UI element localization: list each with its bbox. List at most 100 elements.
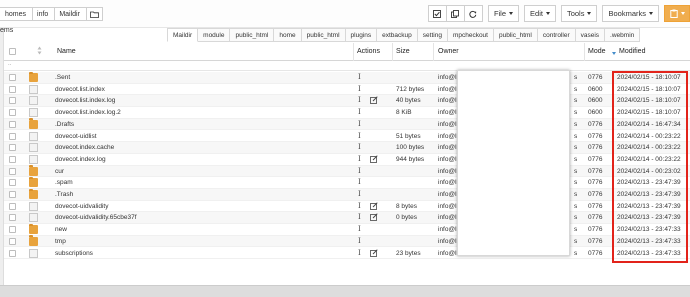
tab-controller[interactable]: controller [537,28,576,42]
table-row[interactable]: dovecot.list.index.log.2 I 8 KiB info@l s 060… [4,107,690,119]
edit-menu-button[interactable]: Edit [524,5,556,22]
column-header-mode[interactable]: Mode [588,48,606,55]
row-checkbox[interactable] [9,97,16,105]
table-row[interactable]: .Sent Iinfo@l s 0776 2024/02/15 - 18:10:07 [4,71,690,84]
row-checkbox[interactable] [9,74,16,81]
edit-icon[interactable] [370,96,379,105]
tab-webmin[interactable]: .webmin [605,28,641,42]
rename-icon[interactable]: I [358,249,361,257]
file-name[interactable]: dovecot-uidlist [55,133,97,140]
row-checkbox[interactable] [9,179,16,187]
row-checkbox[interactable] [9,120,16,128]
file-name[interactable]: .Drafts [55,121,74,128]
tab-public-html[interactable]: public_html [230,28,275,42]
file-name[interactable]: subscriptions [55,250,93,257]
refresh-icon[interactable] [463,5,483,22]
edit-icon[interactable] [370,248,379,258]
breadcrumb-maildir[interactable]: Maildir [55,7,87,21]
select-all-checkbox[interactable] [9,48,16,55]
table-row[interactable]: dovecot-uidvalidity.65cbe37f I 0 bytes info… [4,212,690,225]
tab-maildir[interactable]: Maildir [167,28,199,42]
file-name[interactable]: dovecot.index.cache [55,144,114,151]
file-name[interactable]: dovecot-uidvalidity [55,203,108,210]
file-name[interactable]: .Sent [55,74,70,81]
rename-icon[interactable]: I [358,143,361,151]
rename-icon[interactable]: I [358,120,361,128]
rename-icon[interactable]: I [358,225,361,233]
row-checkbox[interactable] [9,132,16,140]
row-checkbox[interactable] [9,155,16,163]
table-row[interactable]: tmp Iinfo@l s 0776 2024/02/13 - 23:47:33 [4,235,690,248]
rename-icon[interactable]: I [358,73,361,81]
edit-icon[interactable] [370,202,379,211]
table-row[interactable]: dovecot.list.index.log I 40 bytes info@l s 06… [4,95,690,108]
table-row[interactable]: .Trash Iinfo@l s 0776 2024/02/13 - 23:47:39 [4,188,690,201]
open-folder-icon[interactable] [86,7,103,21]
file-name[interactable]: cur [55,168,64,175]
edit-icon[interactable] [370,213,379,222]
tab-setting[interactable]: setting [417,28,448,42]
table-row[interactable]: subscriptions I 23 bytes info@l s 0776 2024/02… [4,248,690,260]
file-name[interactable]: dovecot.index.log [55,156,106,163]
rename-icon[interactable]: I [358,132,361,140]
file-name[interactable]: dovecot.list.index.log.2 [55,109,121,116]
column-header-modified[interactable]: Modified [619,48,645,55]
edit-icon[interactable] [370,155,379,164]
tab-plugins[interactable]: plugins [345,28,378,42]
rename-icon[interactable]: I [358,167,361,175]
table-row[interactable]: dovecot.index.log I 944 bytes info@l s 0776 20… [4,154,690,166]
table-row[interactable]: dovecot.index.cache I 100 bytes info@l s 0776… [4,142,690,154]
tab-public-html[interactable]: public_html [301,28,346,42]
breadcrumb-homes[interactable]: homes [0,7,34,21]
rename-icon[interactable]: I [358,237,361,245]
rename-icon[interactable]: I [358,108,361,116]
rename-icon[interactable]: I [358,202,361,210]
table-row[interactable]: .Drafts Iinfo@l s 0776 2024/02/14 - 16:47:34 [4,118,690,131]
row-checkbox[interactable] [9,202,16,210]
column-header-size[interactable]: Size [396,48,410,55]
column-header-name[interactable]: Name [57,48,76,55]
row-checkbox[interactable] [9,249,16,257]
table-row[interactable]: dovecot.list.index I 712 bytes info@l s 0600 2… [4,84,690,96]
rename-icon[interactable]: I [358,178,361,186]
copy-icon[interactable] [445,5,465,22]
tab-public-html[interactable]: public_html [493,28,538,42]
breadcrumb-info[interactable]: info [33,7,56,21]
tab-module[interactable]: module [198,28,231,42]
row-checkbox[interactable] [9,226,16,234]
file-name[interactable]: dovecot.list.index [55,86,105,93]
file-name[interactable]: .Trash [55,191,73,198]
table-row[interactable]: dovecot-uidvalidity I 8 bytes info@l s 0776 20… [4,201,690,213]
filter-row[interactable]: .. [4,61,690,71]
table-row[interactable]: .spam Iinfo@l s 0776 2024/02/13 - 23:47:39 [4,176,690,189]
tab-home[interactable]: home [274,28,302,42]
file-name[interactable]: dovecot.list.index.log [55,97,115,104]
rename-icon[interactable]: I [358,96,361,104]
row-checkbox[interactable] [9,214,16,222]
horizontal-scrollbar[interactable] [0,285,690,297]
row-checkbox[interactable] [9,167,16,175]
check-square-icon[interactable] [427,5,447,22]
row-checkbox[interactable] [9,191,16,198]
rename-icon[interactable]: I [358,213,361,221]
table-row[interactable]: dovecot-uidlist I 51 bytes info@l s 0776 2024/… [4,131,690,143]
row-checkbox[interactable] [9,144,16,152]
file-name[interactable]: tmp [55,238,66,245]
row-checkbox[interactable] [9,85,16,93]
row-checkbox[interactable] [9,109,16,117]
column-header-owner[interactable]: Owner [438,48,459,55]
bookmarks-menu-button[interactable]: Bookmarks [602,5,659,22]
file-name[interactable]: dovecot-uidvalidity.65cbe37f [55,214,137,221]
table-row[interactable]: cur Iinfo@l s 0776 2024/02/14 - 00:23:02 [4,165,690,178]
tab-extbackup[interactable]: extbackup [377,28,418,42]
clipboard-button[interactable] [664,5,690,22]
file-name[interactable]: new [55,226,67,233]
rename-icon[interactable]: I [358,85,361,93]
rename-icon[interactable]: I [358,155,361,163]
tools-menu-button[interactable]: Tools [560,5,598,22]
file-menu-button[interactable]: File [487,5,520,22]
table-row[interactable]: new Iinfo@l s 0776 2024/02/13 - 23:47:33 [4,223,690,236]
rename-icon[interactable]: I [358,190,361,198]
row-checkbox[interactable] [9,237,16,245]
file-name[interactable]: .spam [55,179,73,186]
